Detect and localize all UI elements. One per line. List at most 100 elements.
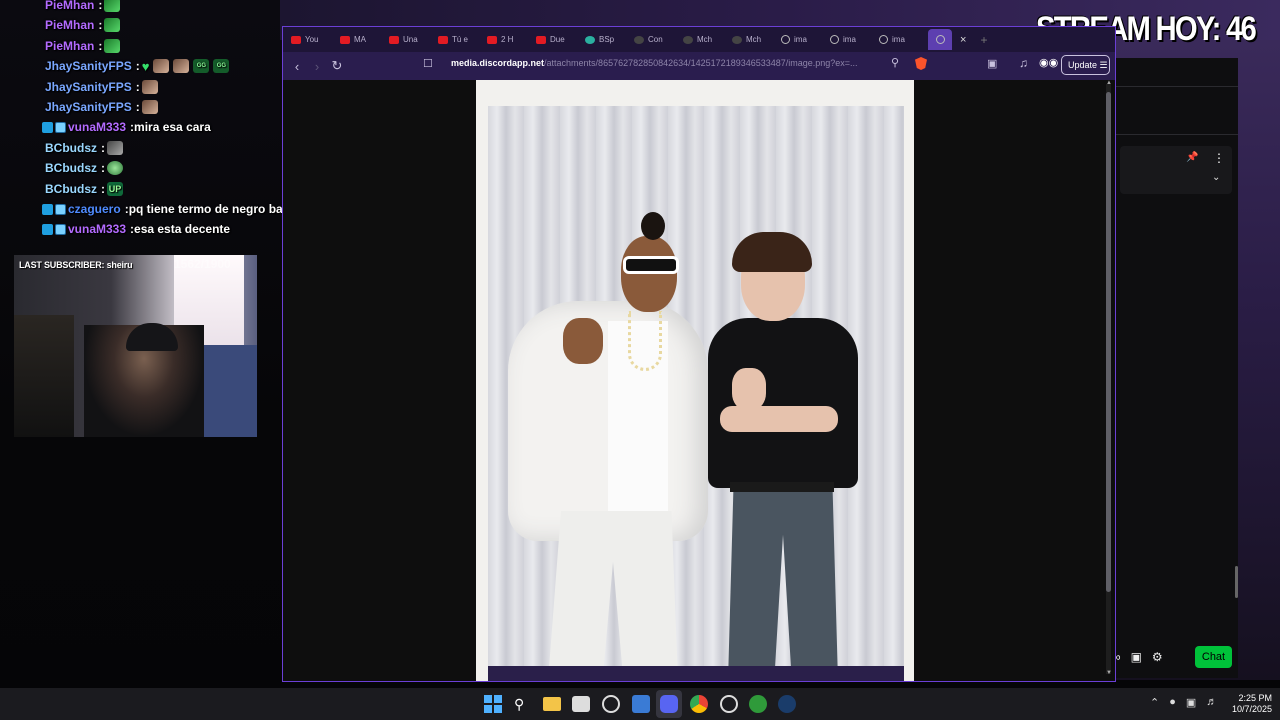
steam-icon[interactable] [778,695,796,713]
brave-shield-icon[interactable] [915,57,927,70]
obs-icon[interactable] [720,695,738,713]
url-host: media.discordapp.net [451,58,545,68]
chat-button[interactable]: Chat [1195,646,1232,668]
chat-line: PieMhan: [45,15,122,35]
emote-icon[interactable] [107,140,123,155]
browser-tab[interactable]: ima [879,29,928,50]
youtube-icon [340,35,350,44]
chat-separator: : [98,18,103,33]
chat-username[interactable]: vunaM333 [68,120,126,134]
chat-username[interactable]: PieMhan [45,0,94,12]
emote-icon[interactable] [141,79,158,94]
browser-tab[interactable]: You [291,29,340,50]
last-subscriber: LAST SUBSCRIBER: sheiru [19,260,133,270]
browser-tab[interactable]: Mch [732,29,781,50]
screenshot-icon[interactable]: ▣ [987,57,997,70]
webcam: LAST SUBSCRIBER: sheiru 1562/1900 [14,255,257,437]
forward-icon[interactable]: › [307,59,327,74]
emote-icon[interactable]: ♥ [142,59,150,74]
address-bar[interactable]: media.discordapp.net/attachments/8657627… [451,58,858,68]
emote-icon[interactable] [104,38,121,53]
file-explorer-icon[interactable] [543,697,561,711]
search-icon[interactable]: ⚲ [514,695,532,713]
browser-tab[interactable]: MA [340,29,389,50]
browser-tab[interactable]: ima [830,29,879,50]
update-button[interactable]: Update ☰ [1061,55,1110,75]
browser-tab[interactable]: BSp [585,29,634,50]
emote-icon[interactable] [107,161,123,176]
browser-tab[interactable]: 2 H [487,29,536,50]
scroll-down-icon[interactable]: ▼ [1106,670,1112,676]
side-divider [1116,134,1238,135]
desktop: 📌 ⋮ ⌄ ∞ ▣ ⚙ Chat STREAM HOY: 46 PieMhan:… [0,0,1280,720]
scroll-up-icon[interactable]: ▲ [1106,80,1112,86]
side-scrollbar[interactable] [1235,566,1238,598]
browser-tab[interactable]: ima [781,29,830,50]
emote-icon[interactable]: UP [107,181,123,196]
browser-tab[interactable]: Tú e [438,29,487,50]
chat-badge-icon[interactable] [55,223,66,235]
system-tray: ⌃ ● ▣ ♬ [1150,696,1217,709]
favicon-icon [732,35,742,44]
emote-icon[interactable] [104,0,121,12]
favicon-icon [683,35,693,44]
active-tab[interactable] [928,29,952,50]
chat-username[interactable]: JhaySanityFPS [45,80,132,94]
windows-start-icon[interactable] [484,695,502,713]
monitor-icon[interactable]: ▣ [1186,696,1196,709]
app-icon[interactable] [602,695,620,713]
emote-icon[interactable]: GG [213,59,230,74]
emote-icon[interactable] [173,59,190,74]
microphone-icon[interactable]: ● [1169,696,1176,709]
chat-username[interactable]: BCbudsz [45,161,97,175]
browser-tab[interactable]: Una [389,29,438,50]
update-label: Update [1068,60,1098,70]
chat-username[interactable]: BCbudsz [45,141,97,155]
browser-tab[interactable]: Due [536,29,585,50]
chat-username[interactable]: czaguero [68,202,121,216]
url-path: /attachments/865762782850842634/14251721… [544,58,858,68]
gear-icon[interactable]: ⚙ [1152,650,1163,664]
emote-icon[interactable] [104,18,121,33]
chat-badge-icon[interactable] [55,203,66,215]
store-icon[interactable]: ▣ [1131,650,1142,664]
app-icon[interactable] [632,695,650,713]
chat-username[interactable]: JhaySanityFPS [45,100,132,114]
photo[interactable] [488,106,904,681]
bookmark-icon[interactable]: ☐ [423,57,433,70]
chevron-down-icon[interactable]: ⌄ [1212,172,1220,183]
chat-badge-icon[interactable] [55,121,66,133]
browser-tab[interactable]: Con [634,29,683,50]
private-icon[interactable]: ◉◉ [1039,56,1058,69]
chat-badge-icon[interactable] [42,121,53,133]
chevron-up-icon[interactable]: ⌃ [1150,696,1159,709]
reload-icon[interactable]: ↻ [327,58,347,74]
media-icon[interactable]: ♫ [1019,56,1028,70]
pin-icon[interactable]: 📌 [1186,152,1198,164]
microsoft-store-icon[interactable] [572,696,590,712]
emote-icon[interactable] [153,59,170,74]
chrome-icon[interactable] [690,695,708,713]
chat-username[interactable]: PieMhan [45,39,94,53]
back-icon[interactable]: ‹ [287,59,307,74]
photo-figure-left-head [621,236,677,312]
photo-figure-left-chain [628,311,662,371]
browser-tab[interactable]: Mch [683,29,732,50]
new-tab-icon[interactable]: + [980,33,987,47]
close-tab-icon[interactable]: × [960,34,966,46]
chat-badge-icon[interactable] [42,203,53,215]
more-options-icon[interactable]: ⋮ [1213,152,1225,164]
emote-icon[interactable]: GG [193,59,210,74]
chat-username[interactable]: BCbudsz [45,182,97,196]
clock[interactable]: 2:25 PM 10/7/2025 [1228,693,1272,715]
chat-badge-icon[interactable] [42,223,53,235]
emote-icon[interactable] [141,100,158,114]
scrollbar-thumb[interactable] [1106,92,1111,592]
zoom-icon[interactable]: ⚲ [891,56,899,69]
speaker-icon[interactable]: ♬ [1206,696,1217,709]
discord-icon[interactable] [660,695,678,713]
chat-username[interactable]: PieMhan [45,18,94,32]
chat-username[interactable]: JhaySanityFPS [45,59,132,73]
xbox-icon[interactable] [749,695,767,713]
chat-username[interactable]: vunaM333 [68,222,126,236]
